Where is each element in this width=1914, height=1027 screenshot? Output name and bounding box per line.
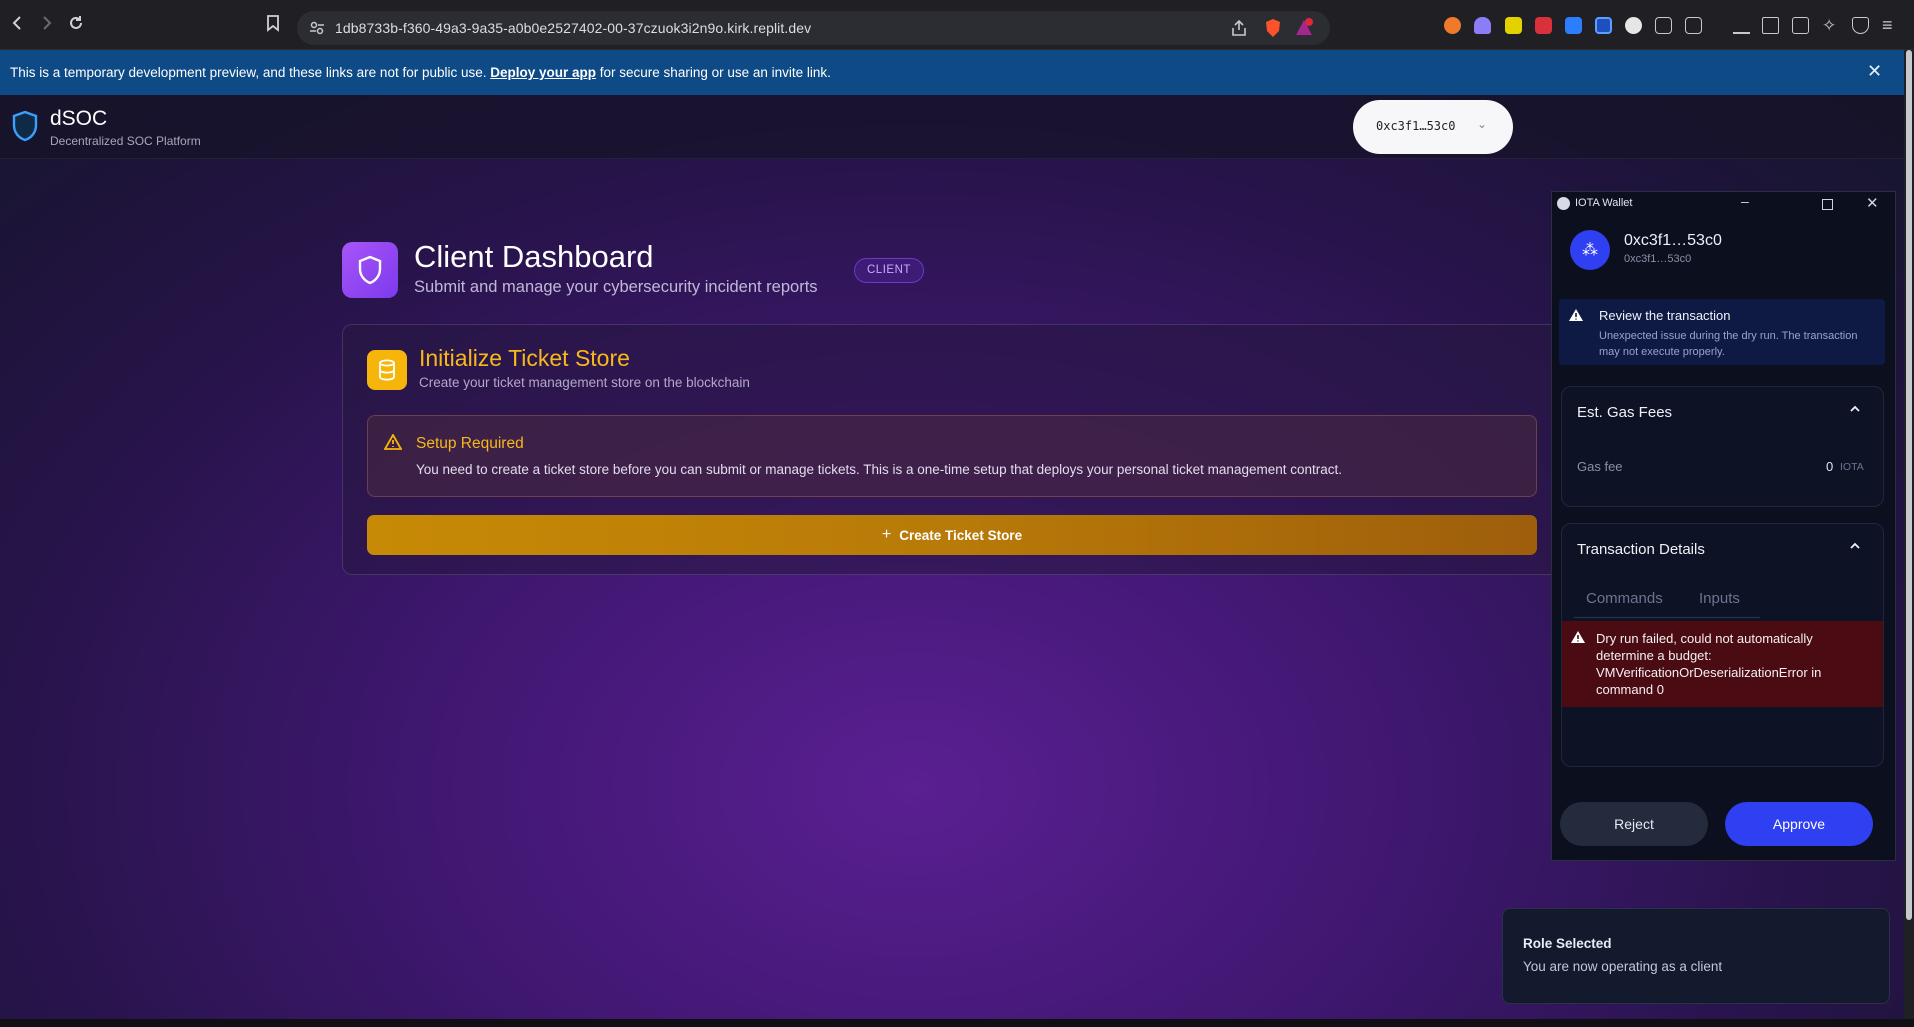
browser-toolbar: 1db8733b-f360-49a3-9a35-a0b0e2527402-00-… <box>0 0 1914 50</box>
page-title: Client Dashboard <box>414 239 654 274</box>
iota-wallet-window: IOTA Wallet – ✕ ⁂ 0xc3f1…53c0 0xc3f1…53c… <box>1551 191 1896 861</box>
dev-preview-banner: This is a temporary development preview,… <box>0 50 1904 95</box>
wallet-connect-button[interactable]: 0xc3f1…53c0 ⌄ <box>1353 100 1513 154</box>
forward-icon[interactable] <box>30 7 62 39</box>
tab-inputs[interactable]: Inputs <box>1699 590 1740 607</box>
maximize-icon[interactable] <box>1822 199 1833 210</box>
blue-extension-icon[interactable] <box>1565 17 1582 34</box>
iota-avatar-icon: ⁂ <box>1582 242 1598 259</box>
tab-manager-icon[interactable] <box>1685 17 1702 34</box>
card-subtitle: Create your ticket management store on t… <box>419 375 750 390</box>
os-taskbar <box>0 1019 1914 1027</box>
wallet-address: 0xc3f1…53c0 <box>1376 119 1456 133</box>
transaction-details-section: Transaction Details Commands Inputs Dry … <box>1561 523 1884 767</box>
toast-title: Role Selected <box>1523 936 1612 951</box>
gas-title: Est. Gas Fees <box>1577 404 1673 421</box>
bookmark-icon[interactable] <box>257 7 289 39</box>
share-icon[interactable] <box>1230 19 1248 37</box>
minimize-icon[interactable]: – <box>1741 193 1749 209</box>
close-icon[interactable]: ✕ <box>1867 61 1882 82</box>
warning-icon <box>1568 308 1584 322</box>
leo-ai-icon[interactable]: ✧ <box>1822 17 1839 34</box>
address-bar[interactable]: 1db8733b-f360-49a3-9a35-a0b0e2527402-00-… <box>297 11 1330 45</box>
page-subtitle: Submit and manage your cybersecurity inc… <box>414 278 818 296</box>
alert-title: Setup Required <box>416 435 524 452</box>
window-title: IOTA Wallet <box>1575 197 1633 209</box>
vpn-shield-icon[interactable] <box>1852 17 1869 34</box>
gas-fees-section: Est. Gas Fees Gas fee 0 IOTA <box>1561 386 1884 507</box>
brave-shields-icon[interactable] <box>1264 18 1282 38</box>
create-button-label: Create Ticket Store <box>899 527 1023 543</box>
iota-extension-icon[interactable] <box>1625 17 1642 34</box>
reject-button[interactable]: Reject <box>1560 802 1708 846</box>
review-text: Unexpected issue during the dry run. The… <box>1599 330 1858 358</box>
tab-commands[interactable]: Commands <box>1586 590 1663 607</box>
plus-icon: + <box>881 526 892 543</box>
wallet-icon[interactable] <box>1792 17 1809 34</box>
role-badge: CLIENT <box>854 258 924 283</box>
reload-icon[interactable] <box>60 7 92 39</box>
brave-rewards-icon[interactable] <box>1294 18 1314 38</box>
error-text: Dry run failed, could not automatically … <box>1596 631 1822 697</box>
download-icon[interactable] <box>1733 17 1750 34</box>
chevron-up-icon[interactable] <box>1849 540 1861 552</box>
dry-run-error: Dry run failed, could not automatically … <box>1562 621 1883 707</box>
url-text: 1db8733b-f360-49a3-9a35-a0b0e2527402-00-… <box>335 20 812 36</box>
database-icon <box>367 350 407 390</box>
menu-icon[interactable]: ≡ <box>1882 16 1899 34</box>
details-title: Transaction Details <box>1577 541 1705 558</box>
create-ticket-store-button[interactable]: + Create Ticket Store <box>367 515 1537 555</box>
close-window-icon[interactable]: ✕ <box>1866 194 1879 212</box>
warning-icon <box>384 434 402 450</box>
card-title: Initialize Ticket Store <box>419 345 630 371</box>
account-name: 0xc3f1…53c0 <box>1624 232 1722 249</box>
scrollbar-thumb[interactable] <box>1906 50 1912 920</box>
iota-logo-icon <box>1557 197 1570 210</box>
ghost-wallet-extension-icon[interactable] <box>1474 17 1491 34</box>
review-warning: Review the transaction Unexpected issue … <box>1559 299 1885 365</box>
banner-text: This is a temporary development preview,… <box>10 65 487 80</box>
tab-divider <box>1574 617 1760 618</box>
page-scrollbar[interactable] <box>1904 50 1914 1019</box>
chevron-down-icon: ⌄ <box>1477 117 1488 131</box>
metamask-extension-icon[interactable] <box>1444 17 1461 34</box>
dashboard-icon <box>342 242 398 298</box>
alert-text: You need to create a ticket store before… <box>416 462 1343 477</box>
initialize-store-card: Initialize Ticket Store Create your tick… <box>342 324 1560 575</box>
setup-required-alert: Setup Required You need to create a tick… <box>367 415 1537 497</box>
app-tagline: Decentralized SOC Platform <box>50 134 201 148</box>
site-settings-icon[interactable] <box>309 20 325 36</box>
gas-fee-value: 0 <box>1826 459 1834 474</box>
approve-button[interactable]: Approve <box>1725 802 1873 846</box>
gas-fee-label: Gas fee <box>1577 459 1623 474</box>
app-header: dSOC Decentralized SOC Platform 0xc3f1…5… <box>0 95 1904 159</box>
banner-text-after: for secure sharing or use an invite link… <box>596 65 831 80</box>
sidebar-icon[interactable] <box>1762 17 1779 34</box>
role-selected-toast: Role Selected You are now operating as a… <box>1502 908 1890 1004</box>
deploy-app-link[interactable]: Deploy your app <box>490 65 596 80</box>
error-icon <box>1570 630 1586 644</box>
dsoc-logo-icon <box>10 110 40 142</box>
review-title: Review the transaction <box>1599 308 1731 323</box>
chevron-up-icon[interactable] <box>1849 403 1861 415</box>
account-address: 0xc3f1…53c0 <box>1624 253 1692 265</box>
gas-fee-unit: IOTA <box>1840 461 1864 473</box>
window-titlebar: IOTA Wallet – ✕ <box>1552 192 1895 216</box>
toast-text: You are now operating as a client <box>1523 959 1723 974</box>
dollar-extension-icon[interactable] <box>1505 17 1522 34</box>
lock-extension-icon[interactable] <box>1535 17 1552 34</box>
wallet-extension-icon[interactable] <box>1595 17 1612 34</box>
account-avatar: ⁂ <box>1570 230 1610 270</box>
puzzle-extensions-icon[interactable] <box>1655 17 1672 34</box>
app-name: dSOC <box>50 107 108 130</box>
